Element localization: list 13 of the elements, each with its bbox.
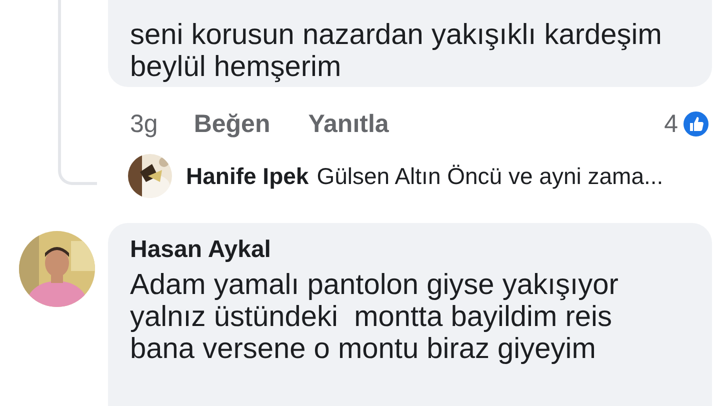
action-link[interactable]: Beğen — [194, 110, 270, 138]
timestamp: 3g — [130, 110, 158, 138]
comment-text: yalnız üstündeki montta bayildim reis — [130, 301, 612, 333]
author-name[interactable]: Hasan Aykal — [130, 235, 271, 265]
comment-text: beylül hemşerim — [130, 51, 342, 83]
comment-text: bana versene o montu biraz giyeyim — [130, 333, 596, 365]
reply-author[interactable]: Hanife Ipek — [186, 162, 309, 190]
comment-text: Adam yamalı pantolon giyse yakışıyor — [130, 269, 618, 301]
reply-preview[interactable]: Gülsen Altın Öncü ve ayni zama... — [316, 162, 664, 190]
comment-text: seni korusun nazardan yakışıklı kardeşim — [130, 19, 662, 51]
like-count: 4 — [664, 110, 678, 138]
thumbs-up-icon — [682, 110, 710, 138]
action-link[interactable]: Yanıtla — [308, 110, 389, 138]
